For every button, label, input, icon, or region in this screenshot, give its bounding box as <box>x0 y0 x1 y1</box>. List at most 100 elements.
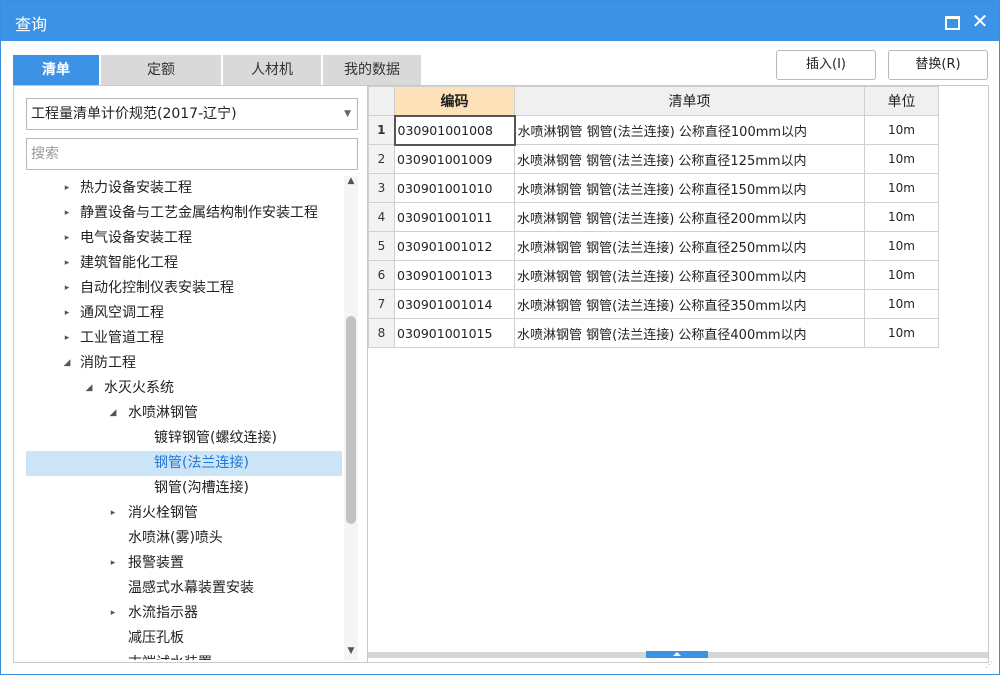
row-number[interactable]: 5 <box>368 231 395 261</box>
tree-item[interactable]: 水喷淋(雾)喷头 <box>26 526 342 551</box>
tree-item[interactable]: 钢管(沟槽连接) <box>26 476 342 501</box>
code-cell[interactable]: 030901001014 <box>394 289 515 319</box>
tree-scrollbar[interactable]: ▲ ▼ <box>344 176 358 660</box>
row-number[interactable]: 4 <box>368 202 395 232</box>
row-number[interactable]: 6 <box>368 260 395 290</box>
row-number[interactable]: 3 <box>368 173 395 203</box>
name-cell[interactable]: 水喷淋钢管 钢管(法兰连接) 公称直径200mm以内 <box>514 202 865 232</box>
code-cell[interactable]: 030901001010 <box>394 173 515 203</box>
row-number[interactable]: 2 <box>368 144 395 174</box>
tree-item[interactable]: 温感式水幕装置安装 <box>26 576 342 601</box>
name-cell[interactable]: 水喷淋钢管 钢管(法兰连接) 公称直径150mm以内 <box>514 173 865 203</box>
close-icon[interactable]: ✕ <box>968 9 992 33</box>
replace-button[interactable]: 替换(R) <box>888 50 988 80</box>
expand-arrow-icon[interactable]: ▸ <box>60 326 74 351</box>
unit-cell[interactable]: 10m <box>864 231 939 261</box>
tree-item[interactable]: ▸ 热力设备安装工程 <box>26 176 342 201</box>
tree-item[interactable]: ◢ 水灭火系统 <box>26 376 342 401</box>
tree-item-label: 温感式水幕装置安装 <box>128 580 254 596</box>
table-row[interactable]: 5 030901001012 水喷淋钢管 钢管(法兰连接) 公称直径250mm以内 1… <box>368 231 939 261</box>
name-cell[interactable]: 水喷淋钢管 钢管(法兰连接) 公称直径300mm以内 <box>514 260 865 290</box>
tree-item-label: 消火栓钢管 <box>128 505 198 521</box>
unit-cell[interactable]: 10m <box>864 260 939 290</box>
collapse-handle-icon[interactable] <box>646 651 708 658</box>
collapse-arrow-icon[interactable]: ◢ <box>82 376 96 401</box>
tab-labor-material-machine[interactable]: 人材机 <box>223 55 321 85</box>
query-dialog: 查询 ✕ 清单 定额 人材机 我的数据 插入(I) 替换(R) 工程量清单计价规… <box>0 0 1000 675</box>
tree-item[interactable]: ▸ 通风空调工程 <box>26 301 342 326</box>
tree-item[interactable]: 镀锌钢管(螺纹连接) <box>26 426 342 451</box>
search-input[interactable] <box>26 138 358 170</box>
tree-item[interactable]: ▸ 报警装置 <box>26 551 342 576</box>
table-row[interactable]: 4 030901001011 水喷淋钢管 钢管(法兰连接) 公称直径200mm以内 1… <box>368 202 939 232</box>
tree-item[interactable]: ▸ 工业管道工程 <box>26 326 342 351</box>
tree-item[interactable]: ▸ 消火栓钢管 <box>26 501 342 526</box>
code-cell[interactable]: 030901001012 <box>394 231 515 261</box>
tree-item[interactable]: ◢ 水喷淋钢管 <box>26 401 342 426</box>
tree-item[interactable]: ▸ 电气设备安装工程 <box>26 226 342 251</box>
collapse-arrow-icon[interactable]: ◢ <box>106 401 120 426</box>
scroll-thumb[interactable] <box>346 316 356 524</box>
name-cell[interactable]: 水喷淋钢管 钢管(法兰连接) 公称直径100mm以内 <box>514 115 865 145</box>
name-column-header[interactable]: 清单项 <box>514 86 865 116</box>
scroll-up-icon[interactable]: ▲ <box>344 176 358 190</box>
resize-grip-icon[interactable]: ⋰ <box>985 660 995 670</box>
tab-quota[interactable]: 定额 <box>101 55 221 85</box>
tree-item[interactable]: ◢ 消防工程 <box>26 351 342 376</box>
table-row[interactable]: 2 030901001009 水喷淋钢管 钢管(法兰连接) 公称直径125mm以内 1… <box>368 144 939 174</box>
category-panel: 工程量清单计价规范(2017-辽宁) ▼ ▸ 热力设备安装工程 ▸ 静置设备与工艺金属… <box>13 85 367 663</box>
horizontal-splitter[interactable] <box>368 651 988 658</box>
tab-my-data[interactable]: 我的数据 <box>323 55 421 85</box>
name-cell[interactable]: 水喷淋钢管 钢管(法兰连接) 公称直径350mm以内 <box>514 289 865 319</box>
collapse-arrow-icon[interactable]: ◢ <box>60 351 74 376</box>
expand-arrow-icon[interactable]: ▸ <box>60 226 74 251</box>
expand-arrow-icon[interactable]: ▸ <box>60 201 74 226</box>
row-number[interactable]: 8 <box>368 318 395 348</box>
table-row[interactable]: 8 030901001015 水喷淋钢管 钢管(法兰连接) 公称直径400mm以内 1… <box>368 318 939 348</box>
code-cell[interactable]: 030901001008 <box>393 114 516 146</box>
expand-arrow-icon[interactable]: ▸ <box>60 251 74 276</box>
name-cell[interactable]: 水喷淋钢管 钢管(法兰连接) 公称直径250mm以内 <box>514 231 865 261</box>
unit-cell[interactable]: 10m <box>864 115 939 145</box>
expand-arrow-icon[interactable]: ▸ <box>60 276 74 301</box>
code-column-header[interactable]: 编码 <box>394 86 515 116</box>
table-row[interactable]: 1 030901001008 水喷淋钢管 钢管(法兰连接) 公称直径100mm以内 1… <box>368 114 939 146</box>
tree-item[interactable]: ▸ 自动化控制仪表安装工程 <box>26 276 342 301</box>
tree-item-label: 减压孔板 <box>128 630 184 646</box>
scroll-down-icon[interactable]: ▼ <box>344 646 358 660</box>
tree-item[interactable]: ▸ 静置设备与工艺金属结构制作安装工程 <box>26 201 342 226</box>
unit-cell[interactable]: 10m <box>864 173 939 203</box>
code-cell[interactable]: 030901001011 <box>394 202 515 232</box>
tree-item[interactable]: 钢管(法兰连接) <box>26 451 342 476</box>
table-row[interactable]: 6 030901001013 水喷淋钢管 钢管(法兰连接) 公称直径300mm以内 1… <box>368 260 939 290</box>
unit-cell[interactable]: 10m <box>864 289 939 319</box>
expand-arrow-icon[interactable]: ▸ <box>60 176 74 201</box>
spec-select[interactable]: 工程量清单计价规范(2017-辽宁) ▼ <box>26 98 358 130</box>
table-row[interactable]: 7 030901001014 水喷淋钢管 钢管(法兰连接) 公称直径350mm以内 1… <box>368 289 939 319</box>
tree-item[interactable]: 末端试水装置 <box>26 651 342 660</box>
code-cell[interactable]: 030901001015 <box>394 318 515 348</box>
code-cell[interactable]: 030901001013 <box>394 260 515 290</box>
expand-arrow-icon[interactable]: ▸ <box>106 551 120 576</box>
name-cell[interactable]: 水喷淋钢管 钢管(法兰连接) 公称直径125mm以内 <box>514 144 865 174</box>
code-cell[interactable]: 030901001009 <box>394 144 515 174</box>
unit-column-header[interactable]: 单位 <box>864 86 939 116</box>
unit-cell[interactable]: 10m <box>864 202 939 232</box>
table-row[interactable]: 3 030901001010 水喷淋钢管 钢管(法兰连接) 公称直径150mm以内 1… <box>368 173 939 203</box>
unit-cell[interactable]: 10m <box>864 144 939 174</box>
maximize-icon[interactable] <box>939 9 963 33</box>
insert-button[interactable]: 插入(I) <box>776 50 876 80</box>
tree-item[interactable]: ▸ 建筑智能化工程 <box>26 251 342 276</box>
tree-item-label: 钢管(法兰连接) <box>154 455 249 471</box>
tree-item[interactable]: 减压孔板 <box>26 626 342 651</box>
unit-cell[interactable]: 10m <box>864 318 939 348</box>
row-number[interactable]: 1 <box>368 115 395 145</box>
tab-bill[interactable]: 清单 <box>13 55 99 85</box>
name-cell[interactable]: 水喷淋钢管 钢管(法兰连接) 公称直径400mm以内 <box>514 318 865 348</box>
tree-item[interactable]: ▸ 水流指示器 <box>26 601 342 626</box>
row-number[interactable]: 7 <box>368 289 395 319</box>
title-bar[interactable]: 查询 ✕ <box>1 1 999 41</box>
expand-arrow-icon[interactable]: ▸ <box>60 301 74 326</box>
expand-arrow-icon[interactable]: ▸ <box>106 601 120 626</box>
expand-arrow-icon[interactable]: ▸ <box>106 501 120 526</box>
